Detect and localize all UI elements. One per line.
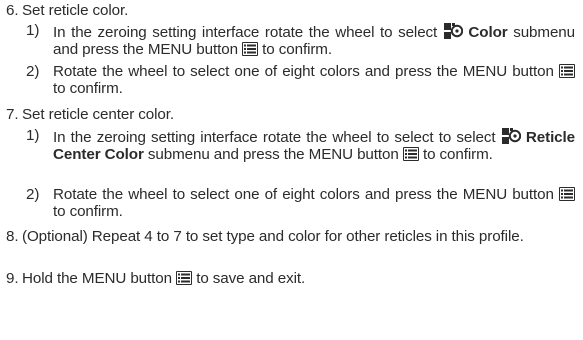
menu-button-icon xyxy=(242,42,259,56)
step-6-sub-1: 1) In the zeroing setting interface rota… xyxy=(26,22,575,58)
step-title: Set reticle center color. xyxy=(22,106,174,123)
sub-number: 1) xyxy=(26,127,40,144)
step-9: 9. Hold the MENU button to save and exit. xyxy=(6,270,575,287)
step-number: 9. xyxy=(6,270,19,287)
sub-number: 2) xyxy=(26,186,40,203)
step-number: 8. xyxy=(6,228,19,245)
sub-text: Rotate the wheel to select one of eight … xyxy=(53,63,554,80)
step-7-sub-1: 1) In the zeroing setting interface rota… xyxy=(26,127,575,163)
sub-text-end: to confirm. xyxy=(262,41,332,58)
step-6: 6. Set reticle color. xyxy=(6,2,575,19)
reticle-color-icon xyxy=(501,128,521,144)
menu-button-icon xyxy=(559,187,575,201)
sub-text-end: to confirm. xyxy=(422,146,493,163)
step-title: Set reticle color. xyxy=(22,2,129,19)
menu-button-icon xyxy=(176,271,193,285)
step-number: 7. xyxy=(6,106,19,123)
step-6-sub-2: 2) Rotate the wheel to select one of eig… xyxy=(26,63,575,97)
step-8: 8. (Optional) Repeat 4 to 7 to set type … xyxy=(6,228,575,245)
step-7-sub-2: 2) Rotate the wheel to select one of eig… xyxy=(26,186,575,220)
menu-button-icon xyxy=(559,64,575,78)
sub-text-cont: submenu and press the MENU button xyxy=(147,146,399,163)
step-text: Hold the MENU button xyxy=(22,270,172,287)
sub-text: Rotate the wheel to select one of eight … xyxy=(53,186,554,203)
manual-page: 6. Set reticle color. 1) In the zeroing s… xyxy=(0,0,583,340)
step-title: (Optional) Repeat 4 to 7 to set type and… xyxy=(22,228,524,245)
step-number: 6. xyxy=(6,2,19,19)
sub-text-end: to confirm. xyxy=(53,203,123,220)
reticle-color-icon xyxy=(443,23,463,39)
step-7: 7. Set reticle center color. xyxy=(6,106,575,123)
menu-item-name: Color xyxy=(468,24,508,41)
sub-text-end: to confirm. xyxy=(53,80,123,97)
sub-text: In the zeroing setting interface rotate … xyxy=(53,129,496,146)
sub-number: 2) xyxy=(26,63,40,80)
step-text-end: to save and exit. xyxy=(196,270,306,287)
sub-number: 1) xyxy=(26,22,40,39)
sub-text: In the zeroing setting interface rotate … xyxy=(53,24,438,41)
menu-button-icon xyxy=(402,147,419,161)
